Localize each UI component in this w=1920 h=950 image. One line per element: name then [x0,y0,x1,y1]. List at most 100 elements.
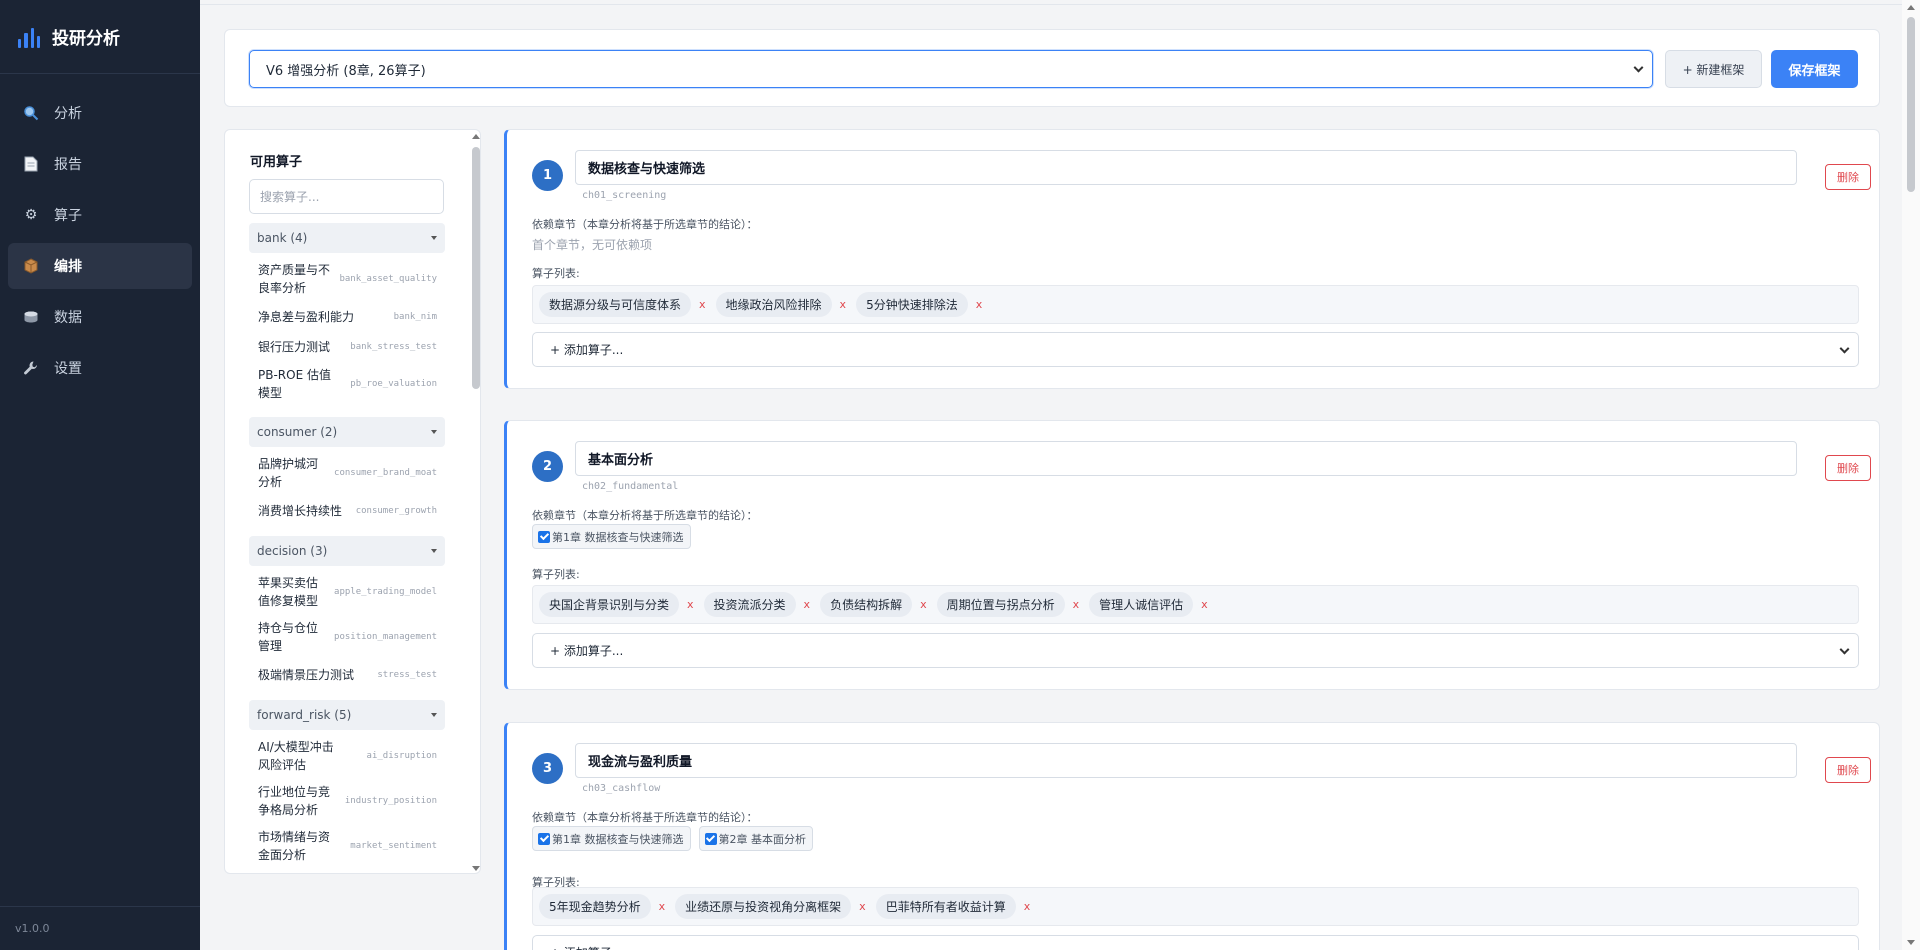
page-scrollbar[interactable] [1902,0,1920,950]
delete-chapter-button[interactable]: 删除 [1825,757,1871,783]
remove-tag-icon[interactable]: x [699,298,706,311]
operator-name: 持仓与仓位管理 [258,621,319,653]
chapter-title-input[interactable]: 现金流与盈利质量 [575,743,1797,778]
operator-code: pb_roe_valuation [350,379,437,389]
operator-group-header[interactable]: bank (4) [249,223,445,253]
operators-scrollbar[interactable] [471,130,480,873]
chapter-code: ch03_cashflow [582,783,661,794]
operator-name: 消费增长持续性 [258,503,343,518]
operator-tag: 管理人诚信评估 [1089,592,1194,617]
operator-name: 市场情绪与资金面分析 [258,830,331,862]
scroll-up-arrow-icon[interactable] [1907,5,1915,10]
add-operator-select[interactable]: + 添加算子... [532,633,1859,668]
remove-tag-icon[interactable]: x [659,900,666,913]
remove-tag-icon[interactable]: x [859,900,866,913]
caret-down-icon [431,713,437,717]
operator-name: AI/大模型冲击风险评估 [258,740,334,772]
operator-item[interactable]: 持仓与仓位管理 position_management [249,615,445,659]
chevron-down-icon [1839,343,1850,354]
nav-item-orchestration[interactable]: 编排 [8,243,192,289]
operator-group-header[interactable]: decision (3) [249,536,445,566]
operator-tag: 业绩还原与投资视角分离框架 [675,894,852,919]
add-operator-select[interactable]: + 添加算子... [532,935,1859,950]
brand: 投研分析 [0,0,200,74]
operator-group-header[interactable]: consumer (2) [249,417,445,447]
caret-down-icon [431,549,437,553]
nav-item-reports[interactable]: 报告 [8,141,192,187]
operators-panel: 可用算子 搜索算子... bank (4) 资产质量与不良率分析 bank_as… [224,129,481,874]
operator-code: consumer_growth [355,505,437,516]
operator-tag: 巴菲特所有者收益计算 [875,894,1016,919]
operator-item[interactable]: AI/大模型冲击风险评估 ai_disruption [249,734,445,778]
chapter-card: 3 现金流与盈利质量 ch03_cashflow 删除 依赖章节（本章分析将基于… [504,722,1880,950]
framework-select[interactable]: V6 增强分析 (8章, 26算子) [249,50,1653,88]
depends-label: 依赖章节（本章分析将基于所选章节的结论）： [532,218,758,231]
operator-code: bank_asset_quality [339,274,437,284]
nav-item-operators[interactable]: ⚙ 算子 [8,192,192,238]
dependency-checkbox[interactable]: 第2章 基本面分析 [698,826,813,851]
remove-tag-icon[interactable]: x [976,298,983,311]
nav-label: 分析 [54,106,82,122]
chapter-title-input[interactable]: 基本面分析 [575,441,1797,476]
nav-item-settings[interactable]: 设置 [8,345,192,391]
remove-tag-icon[interactable]: x [1201,598,1208,611]
operator-tag: 负债结构拆解 [820,592,913,617]
scroll-down-arrow-icon[interactable] [472,866,480,871]
operator-item[interactable]: 品牌护城河分析 consumer_brand_moat [249,451,445,495]
nav-item-analysis[interactable]: 分析 [8,90,192,136]
operator-item[interactable]: 苹果买卖估值修复模型 apple_trading_model [249,570,445,614]
chapter-number: 2 [532,451,563,482]
operator-code: stress_test [377,669,437,680]
operator-tag: 投资流派分类 [703,592,796,617]
framework-select-value: V6 增强分析 (8章, 26算子) [266,63,426,79]
scrollbar-thumb[interactable] [472,147,480,389]
operator-item[interactable]: 消费增长持续性 consumer_growth [249,496,445,525]
depends-label: 依赖章节（本章分析将基于所选章节的结论）： [532,811,758,824]
dependency-label: 第1章 数据核查与快速筛选 [552,832,684,846]
dependency-checkbox[interactable]: 第1章 数据核查与快速筛选 [532,524,691,549]
operator-code: consumer_brand_moat [334,468,437,478]
remove-tag-icon[interactable]: x [840,298,847,311]
scroll-down-arrow-icon[interactable] [1907,940,1915,945]
delete-chapter-button[interactable]: 删除 [1825,455,1871,481]
remove-tag-icon[interactable]: x [920,598,927,611]
save-framework-button[interactable]: 保存框架 [1771,50,1858,88]
operator-item[interactable]: PB-ROE 估值模型 pb_roe_valuation [249,362,445,406]
operator-item[interactable]: 行业地位与竞争格局分析 industry_position [249,779,445,823]
dependency-checkbox[interactable]: 第1章 数据核查与快速筛选 [532,826,691,851]
sidebar: 投研分析 分析 报告 ⚙ 算子 编排 数据 设置 v1.0.0 [0,0,200,950]
operator-item[interactable]: 市场情绪与资金面分析 market_sentiment [249,824,445,868]
remove-tag-icon[interactable]: x [1024,900,1031,913]
scrollbar-thumb[interactable] [1907,17,1915,192]
gear-icon: ⚙ [24,207,38,223]
nav-item-data[interactable]: 数据 [8,294,192,340]
chapter-title-input[interactable]: 数据核查与快速筛选 [575,150,1797,185]
new-framework-button[interactable]: + 新建框架 [1665,50,1762,88]
remove-tag-icon[interactable]: x [804,598,811,611]
operator-item[interactable]: 极端情景压力测试 stress_test [249,660,445,689]
operator-item[interactable]: 银行压力测试 bank_stress_test [249,332,445,361]
operator-group-header[interactable]: forward_risk (5) [249,700,445,730]
operator-search-input[interactable]: 搜索算子... [249,179,444,214]
caret-down-icon [431,236,437,240]
framework-toolbar: V6 增强分析 (8章, 26算子) + 新建框架 保存框架 [224,29,1880,107]
operator-item[interactable]: 净息差与盈利能力 bank_nim [249,302,445,331]
remove-tag-icon[interactable]: x [1073,598,1080,611]
divider [200,4,1902,5]
dependency-label: 第2章 基本面分析 [718,832,807,846]
delete-chapter-button[interactable]: 删除 [1825,164,1871,190]
remove-tag-icon[interactable]: x [687,598,694,611]
operator-item[interactable]: 资产质量与不良率分析 bank_asset_quality [249,257,445,301]
nav-label: 设置 [54,361,82,377]
database-icon [22,308,40,326]
add-operator-select[interactable]: + 添加算子... [532,332,1859,367]
chevron-down-icon [1839,644,1850,655]
main-content: V6 增强分析 (8章, 26算子) + 新建框架 保存框架 可用算子 搜索算子… [200,0,1902,950]
operator-tag: 5年现金趋势分析 [539,894,651,919]
operator-name: 苹果买卖估值修复模型 [258,576,319,608]
checkbox-checked-icon [538,832,550,845]
depends-label: 依赖章节（本章分析将基于所选章节的结论）： [532,509,758,522]
nav-label: 算子 [54,208,82,224]
scroll-up-arrow-icon[interactable] [472,134,480,139]
no-dependencies-text: 首个章节，无可依赖项 [532,238,653,252]
